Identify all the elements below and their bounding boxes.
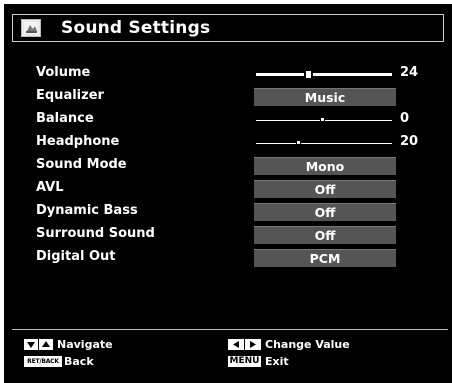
osd-screen: Sound Settings Volume 24 Equalizer Music… [4, 4, 452, 383]
headphone-label: Headphone [36, 134, 120, 149]
up-arrow-key-icon [39, 339, 53, 350]
menu-item-dynamic-bass[interactable]: Dynamic Bass Off [4, 202, 452, 222]
ret-back-key-icon: RET/BACK [24, 356, 62, 367]
legend-exit: MENU Exit [228, 355, 428, 369]
digital-out-value[interactable]: PCM [254, 249, 396, 267]
surround-sound-value[interactable]: Off [254, 226, 396, 244]
legend-back: RET/BACK Back [24, 355, 184, 369]
legend-change-value: Change Value [228, 338, 428, 352]
avl-label: AVL [36, 180, 64, 195]
volume-slider-knob[interactable] [304, 69, 313, 80]
menu-item-equalizer[interactable]: Equalizer Music [4, 87, 452, 107]
volume-value: 24 [400, 65, 419, 80]
page-title: Sound Settings [61, 18, 211, 38]
menu-item-headphone[interactable]: Headphone 20 [4, 133, 452, 153]
sound-settings-icon [21, 19, 41, 37]
menu-key-icon: MENU [228, 356, 261, 367]
volume-label: Volume [36, 65, 91, 80]
legend-navigate: Navigate [24, 338, 184, 352]
dynamic-bass-label: Dynamic Bass [36, 203, 138, 218]
right-arrow-key-icon [245, 339, 261, 350]
volume-slider-track[interactable] [256, 73, 392, 76]
menu-item-balance[interactable]: Balance 0 [4, 110, 452, 130]
footer-divider [12, 329, 448, 330]
exit-label: Exit [265, 355, 289, 368]
change-value-label: Change Value [265, 338, 350, 351]
headphone-slider-track[interactable] [256, 143, 392, 144]
headphone-slider-knob[interactable] [296, 140, 301, 145]
surround-sound-label: Surround Sound [36, 226, 155, 241]
menu-item-volume[interactable]: Volume 24 [4, 64, 452, 84]
menu-item-avl[interactable]: AVL Off [4, 179, 452, 199]
menu-item-digital-out[interactable]: Digital Out PCM [4, 248, 452, 268]
digital-out-label: Digital Out [36, 249, 116, 264]
sound-mode-value[interactable]: Mono [254, 157, 396, 175]
dynamic-bass-value[interactable]: Off [254, 203, 396, 221]
back-label: Back [64, 355, 94, 368]
equalizer-value[interactable]: Music [254, 88, 396, 106]
balance-label: Balance [36, 111, 94, 126]
sound-mode-label: Sound Mode [36, 157, 127, 172]
balance-slider-knob[interactable] [320, 117, 325, 122]
balance-value: 0 [400, 111, 410, 126]
title-bar: Sound Settings [12, 14, 444, 42]
headphone-value: 20 [400, 134, 419, 149]
down-arrow-key-icon [24, 339, 38, 350]
left-arrow-key-icon [228, 339, 244, 350]
menu-item-surround-sound[interactable]: Surround Sound Off [4, 225, 452, 245]
equalizer-label: Equalizer [36, 88, 104, 103]
avl-value[interactable]: Off [254, 180, 396, 198]
navigate-label: Navigate [57, 338, 113, 351]
menu-item-sound-mode[interactable]: Sound Mode Mono [4, 156, 452, 176]
